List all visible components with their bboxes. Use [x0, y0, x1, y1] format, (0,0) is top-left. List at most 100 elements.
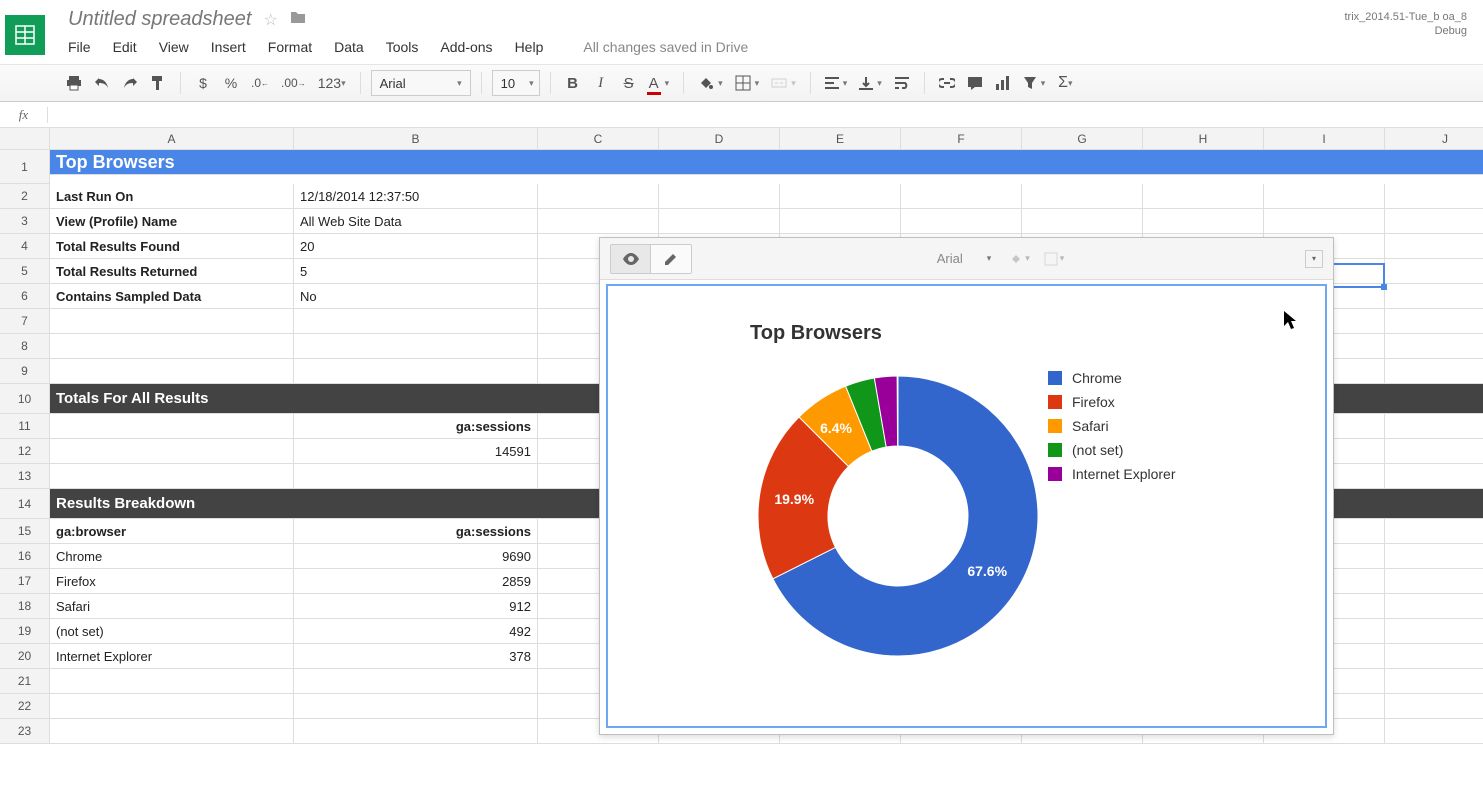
- text-color-button[interactable]: A ▾: [645, 70, 674, 96]
- cell-G2[interactable]: [1022, 184, 1143, 209]
- currency-button[interactable]: $: [191, 70, 215, 96]
- rowhdr-4[interactable]: 4: [0, 234, 50, 259]
- rowhdr-16[interactable]: 16: [0, 544, 50, 569]
- cell-A4[interactable]: Total Results Found: [50, 234, 294, 259]
- redo-icon[interactable]: [118, 70, 142, 96]
- cell-B9[interactable]: [294, 359, 538, 384]
- font-size-select[interactable]: 10▾: [492, 70, 540, 96]
- cell-B22[interactable]: [294, 694, 538, 719]
- cell-B11[interactable]: ga:sessions: [294, 414, 538, 439]
- chart-body[interactable]: Top Browsers 67.6%19.9%6.4% ChromeFirefo…: [606, 284, 1327, 728]
- rowhdr-6[interactable]: 6: [0, 284, 50, 309]
- borders-icon[interactable]: ▾: [731, 70, 764, 96]
- increase-decimal-icon[interactable]: .00→: [277, 70, 310, 96]
- menu-insert[interactable]: Insert: [211, 39, 246, 55]
- menu-format[interactable]: Format: [268, 39, 312, 55]
- cell-B13[interactable]: [294, 464, 538, 489]
- cell-A23[interactable]: [50, 719, 294, 744]
- cell-title[interactable]: Top Browsers: [50, 150, 1483, 175]
- cell-J19[interactable]: [1385, 619, 1483, 644]
- cell-B21[interactable]: [294, 669, 538, 694]
- valign-icon[interactable]: ▾: [855, 70, 886, 96]
- cell-J2[interactable]: [1385, 184, 1483, 209]
- cell-J9[interactable]: [1385, 359, 1483, 384]
- rowhdr-10[interactable]: 10: [0, 384, 50, 414]
- chart-fill-color-icon[interactable]: ▾: [1005, 246, 1034, 272]
- colhdr-A[interactable]: A: [50, 128, 294, 150]
- menu-data[interactable]: Data: [334, 39, 364, 55]
- cell-J7[interactable]: [1385, 309, 1483, 334]
- paint-format-icon[interactable]: [146, 70, 170, 96]
- print-icon[interactable]: [62, 70, 86, 96]
- cell-B8[interactable]: [294, 334, 538, 359]
- cell-J8[interactable]: [1385, 334, 1483, 359]
- text-wrap-icon[interactable]: [890, 70, 914, 96]
- colhdr-C[interactable]: C: [538, 128, 659, 150]
- merge-cells-icon[interactable]: ▾: [767, 70, 800, 96]
- rowhdr-18[interactable]: 18: [0, 594, 50, 619]
- chart-edit-mode-button[interactable]: [651, 245, 691, 273]
- rowhdr-8[interactable]: 8: [0, 334, 50, 359]
- cell-E3[interactable]: [780, 209, 901, 234]
- cell-J18[interactable]: [1385, 594, 1483, 619]
- cell-F2[interactable]: [901, 184, 1022, 209]
- italic-button[interactable]: I: [589, 70, 613, 96]
- colhdr-F[interactable]: F: [901, 128, 1022, 150]
- cell-B5[interactable]: 5: [294, 259, 538, 284]
- insert-comment-icon[interactable]: [963, 70, 987, 96]
- menu-edit[interactable]: Edit: [113, 39, 137, 55]
- cell-A18[interactable]: Safari: [50, 594, 294, 619]
- colhdr-D[interactable]: D: [659, 128, 780, 150]
- colhdr-I[interactable]: I: [1264, 128, 1385, 150]
- cell-J13[interactable]: [1385, 464, 1483, 489]
- cell-D2[interactable]: [659, 184, 780, 209]
- decrease-decimal-icon[interactable]: .0←: [247, 70, 273, 96]
- rowhdr-12[interactable]: 12: [0, 439, 50, 464]
- cell-A22[interactable]: [50, 694, 294, 719]
- cell-B3[interactable]: All Web Site Data: [294, 209, 538, 234]
- cell-E2[interactable]: [780, 184, 901, 209]
- strikethrough-button[interactable]: S: [617, 70, 641, 96]
- cell-C3[interactable]: [538, 209, 659, 234]
- cell-B19[interactable]: 492: [294, 619, 538, 644]
- percent-button[interactable]: %: [219, 70, 243, 96]
- menu-tools[interactable]: Tools: [386, 39, 419, 55]
- rowhdr-11[interactable]: 11: [0, 414, 50, 439]
- cell-B2[interactable]: 12/18/2014 12:37:50: [294, 184, 538, 209]
- cell-J21[interactable]: [1385, 669, 1483, 694]
- rowhdr-9[interactable]: 9: [0, 359, 50, 384]
- rowhdr-2[interactable]: 2: [0, 184, 50, 209]
- colhdr-H[interactable]: H: [1143, 128, 1264, 150]
- more-formats-button[interactable]: 123 ▾: [314, 70, 350, 96]
- cell-B15[interactable]: ga:sessions: [294, 519, 538, 544]
- cell-A17[interactable]: Firefox: [50, 569, 294, 594]
- cell-A3[interactable]: View (Profile) Name: [50, 209, 294, 234]
- insert-chart-icon[interactable]: [991, 70, 1015, 96]
- rowhdr-17[interactable]: 17: [0, 569, 50, 594]
- cell-J5[interactable]: [1385, 259, 1483, 284]
- rowhdr-15[interactable]: 15: [0, 519, 50, 544]
- rowhdr-3[interactable]: 3: [0, 209, 50, 234]
- rowhdr-14[interactable]: 14: [0, 489, 50, 519]
- menu-addons[interactable]: Add-ons: [440, 39, 492, 55]
- rowhdr-20[interactable]: 20: [0, 644, 50, 669]
- bold-button[interactable]: B: [561, 70, 585, 96]
- cell-A2[interactable]: Last Run On: [50, 184, 294, 209]
- cell-J16[interactable]: [1385, 544, 1483, 569]
- cell-A20[interactable]: Internet Explorer: [50, 644, 294, 669]
- cell-A8[interactable]: [50, 334, 294, 359]
- halign-icon[interactable]: ▾: [821, 70, 852, 96]
- rowhdr-7[interactable]: 7: [0, 309, 50, 334]
- star-icon[interactable]: ☆: [263, 10, 277, 30]
- cell-J3[interactable]: [1385, 209, 1483, 234]
- functions-icon[interactable]: Σ ▾: [1053, 70, 1077, 96]
- cell-J4[interactable]: [1385, 234, 1483, 259]
- chart-font-select[interactable]: Arial▾: [929, 245, 1000, 273]
- rowhdr-13[interactable]: 13: [0, 464, 50, 489]
- cell-B23[interactable]: [294, 719, 538, 744]
- cell-G3[interactable]: [1022, 209, 1143, 234]
- cell-J12[interactable]: [1385, 439, 1483, 464]
- chart-view-mode-button[interactable]: [611, 245, 651, 273]
- menu-view[interactable]: View: [159, 39, 189, 55]
- cell-F3[interactable]: [901, 209, 1022, 234]
